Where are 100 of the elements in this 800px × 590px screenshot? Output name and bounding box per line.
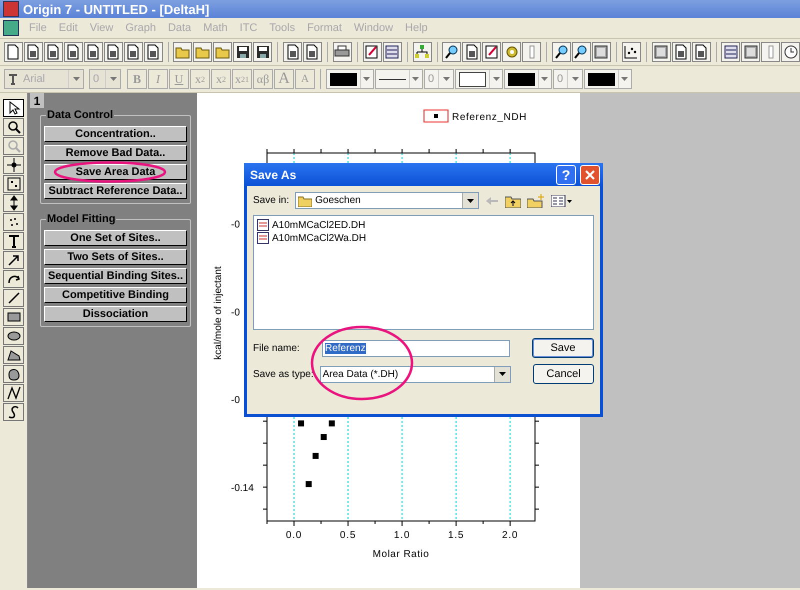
caret-icon[interactable] — [499, 372, 506, 376]
tick-label: -0 — [231, 307, 240, 318]
panel-button[interactable]: Two Sets of Sites.. — [44, 249, 187, 265]
dots-icon[interactable] — [3, 213, 24, 231]
field-label: Save in: — [253, 195, 290, 206]
dialog-button[interactable]: Save — [532, 338, 594, 358]
new-folder-icon[interactable] — [527, 194, 546, 208]
panel-button[interactable]: Sequential Binding Sites.. — [44, 268, 187, 284]
tick-label: 2.0 — [502, 530, 518, 541]
spreadsheet-icon[interactable] — [44, 42, 63, 62]
folder-up-icon[interactable] — [505, 194, 522, 208]
blob-icon[interactable] — [3, 365, 24, 383]
lines-icon[interactable] — [721, 42, 740, 62]
bar-icon[interactable] — [522, 42, 542, 62]
panel-button[interactable]: Remove Bad Data.. — [44, 145, 187, 161]
file-name-field[interactable]: Referenz — [322, 340, 510, 356]
magnifier-icon[interactable] — [552, 42, 571, 62]
app-icon — [3, 1, 19, 17]
data-point — [298, 420, 304, 426]
tick-label: -0 — [231, 219, 240, 230]
file-type-dropdown[interactable]: Area Data (*.DH) — [320, 366, 512, 382]
folder-dropdown[interactable]: Goeschen — [295, 192, 480, 209]
magnifier-icon[interactable] — [572, 42, 591, 62]
spreadsheet-icon[interactable] — [462, 42, 482, 62]
data-point — [306, 481, 312, 488]
group-title: Model Fitting — [46, 213, 116, 225]
panel-button[interactable]: Subtract Reference Data.. — [44, 183, 187, 199]
list-entry[interactable]: A10mMCaCl2ED.DH — [257, 219, 366, 231]
panel-button[interactable]: Competitive Binding — [44, 287, 187, 303]
folder-icon[interactable] — [213, 42, 232, 62]
axis-title: Molar Ratio — [372, 549, 430, 560]
panel-button[interactable]: One Set of Sites.. — [44, 230, 187, 246]
tick-label: -0.14 — [231, 483, 254, 494]
spreadsheet-icon[interactable] — [692, 42, 710, 62]
axis-title: kcal/mole of injectant — [213, 266, 224, 360]
caret-icon[interactable] — [467, 198, 474, 202]
tick-label: 1.5 — [448, 530, 464, 541]
spreadsheet-icon[interactable] — [84, 42, 103, 62]
magnifier-icon[interactable] — [442, 42, 462, 62]
view-menu-icon[interactable] — [551, 194, 574, 206]
crosshair-icon[interactable] — [3, 156, 24, 174]
dialog-title: Save As — [250, 168, 298, 182]
window-icon[interactable] — [592, 42, 611, 62]
spreadsheet-icon[interactable] — [144, 42, 162, 62]
dialog-button[interactable]: Cancel — [533, 364, 594, 384]
folder-icon — [298, 194, 312, 206]
group-title: Data Control — [46, 109, 114, 121]
text-icon — [8, 73, 20, 85]
legend-label: Referenz_NDH — [452, 112, 528, 123]
file-icon — [257, 232, 269, 244]
spreadsheet-icon[interactable] — [64, 42, 83, 62]
folder-icon[interactable] — [193, 42, 212, 62]
polyline-icon[interactable] — [3, 384, 24, 402]
zoom-in-icon[interactable] — [3, 118, 24, 136]
spreadsheet-icon[interactable] — [672, 42, 691, 62]
notebook-icon[interactable] — [482, 42, 502, 62]
hierarchy-icon[interactable] — [412, 42, 432, 62]
polygon-icon[interactable] — [3, 346, 24, 364]
tick-label: -0 — [231, 395, 240, 406]
spreadsheet-icon[interactable] — [124, 42, 143, 62]
selector-icon[interactable] — [3, 194, 24, 212]
field-label: Save as type: — [253, 368, 314, 380]
scatter-plot-icon[interactable] — [622, 42, 641, 62]
color-dropdown[interactable] — [584, 69, 632, 89]
color-dropdown[interactable] — [504, 69, 552, 89]
printer-icon[interactable] — [332, 42, 352, 62]
spreadsheet-icon[interactable] — [283, 42, 302, 62]
window-title: Origin 7 - UNTITLED - [DeltaH] — [23, 2, 210, 16]
panel-button[interactable]: Concentration.. — [44, 126, 187, 142]
panel-button[interactable]: Dissociation — [44, 306, 187, 322]
text-tool-icon[interactable] — [3, 232, 24, 250]
lines-icon[interactable] — [382, 42, 402, 62]
data-point — [328, 420, 335, 426]
folder-icon[interactable] — [173, 42, 192, 62]
window-icon[interactable] — [652, 42, 671, 62]
tick-label: 0.0 — [286, 530, 302, 541]
freehand-icon[interactable] — [3, 403, 24, 421]
list-entry[interactable]: A10mMCaCl2Wa.DH — [257, 232, 366, 244]
color-dropdown[interactable] — [326, 69, 374, 89]
square-icon[interactable] — [3, 175, 24, 193]
notebook-icon[interactable] — [362, 42, 382, 62]
field-label: File name: — [253, 342, 300, 354]
spreadsheet-icon[interactable] — [24, 42, 43, 62]
fill-dropdown[interactable] — [455, 69, 503, 89]
spreadsheet-icon[interactable] — [104, 42, 123, 62]
legend-marker — [424, 110, 448, 122]
window-icon[interactable] — [741, 42, 760, 62]
pointer-icon[interactable] — [3, 99, 24, 117]
tick-label: 1.0 — [394, 530, 410, 541]
help-button[interactable]: ? — [556, 164, 576, 184]
close-button[interactable] — [580, 164, 600, 184]
line-style-dropdown[interactable] — [375, 69, 423, 89]
clock-icon[interactable] — [781, 42, 800, 62]
layer-tab[interactable]: 1 — [30, 93, 44, 108]
spreadsheet-icon[interactable] — [303, 42, 322, 62]
close-icon — [585, 170, 595, 180]
data-point — [320, 434, 327, 440]
rectangle-icon[interactable] — [3, 308, 24, 326]
tick-label: 0.5 — [340, 530, 356, 541]
file-icon — [257, 219, 269, 231]
